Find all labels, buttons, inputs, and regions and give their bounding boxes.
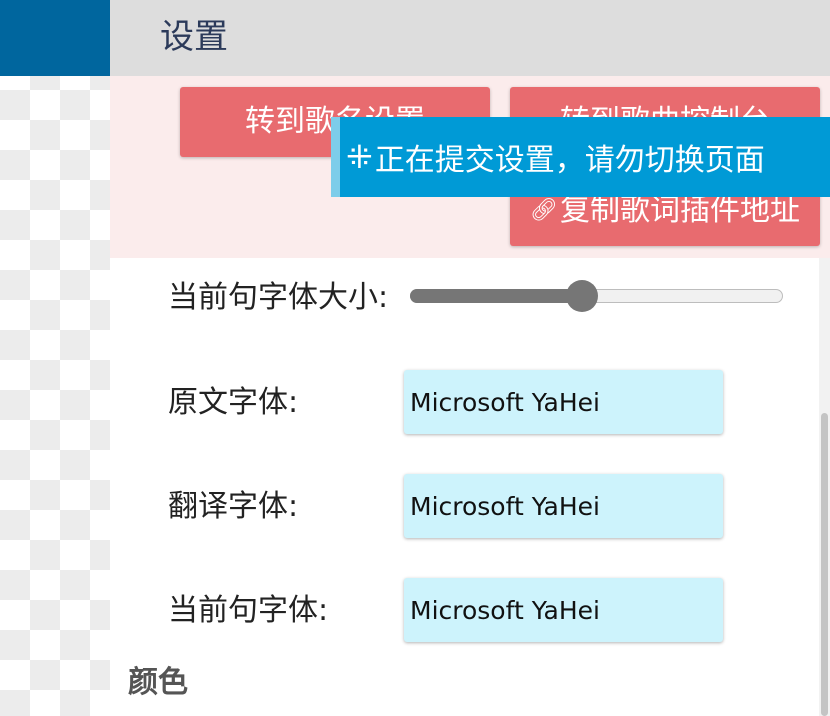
sidebar-brand-block: [0, 0, 110, 76]
translation-font-label: 翻译字体:: [168, 489, 299, 524]
scrollbar[interactable]: [819, 258, 830, 716]
current-font-label: 当前句字体:: [168, 593, 329, 628]
submitting-toast: ⁜ 正在提交设置，请勿切换页面: [331, 117, 830, 197]
current-font-size-slider[interactable]: [410, 280, 783, 312]
page-header: 设置: [110, 0, 830, 76]
translation-font-input[interactable]: Microsoft YaHei: [404, 474, 723, 538]
spinner-icon: ⁜: [346, 138, 373, 176]
original-font-input[interactable]: Microsoft YaHei: [404, 370, 723, 434]
copy-lyrics-url-label: 复制歌词插件地址: [559, 193, 800, 228]
color-section-title: 颜色: [128, 665, 188, 700]
page-title: 设置: [160, 17, 228, 57]
current-font-input[interactable]: Microsoft YaHei: [404, 578, 723, 642]
scrollbar-thumb[interactable]: [821, 413, 828, 716]
toast-message: 正在提交设置，请勿切换页面: [374, 143, 765, 178]
original-font-label: 原文字体:: [168, 385, 299, 420]
link-icon: 🔗︎: [530, 198, 558, 223]
slider-fill: [410, 289, 582, 303]
current-font-size-label: 当前句字体大小:: [168, 280, 389, 315]
slider-knob[interactable]: [566, 280, 598, 312]
